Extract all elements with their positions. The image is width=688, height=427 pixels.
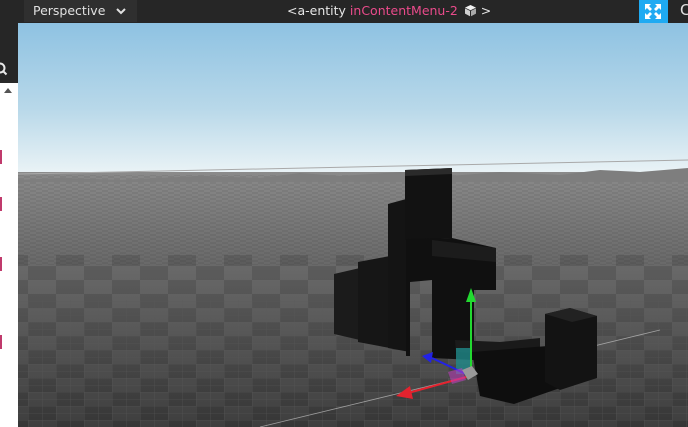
- camera-mode-dropdown[interactable]: Perspective: [24, 0, 137, 22]
- selected-entity-title: <a-entity inContentMenu-2 >: [287, 3, 491, 18]
- viewport-toolbar: Perspective <a-entity inContentMenu-2 > …: [0, 0, 688, 23]
- ground-checker-far: [18, 175, 688, 265]
- entity-tag-close: >: [480, 3, 492, 18]
- fullscreen-icon: [645, 4, 661, 19]
- 3d-viewport[interactable]: [18, 23, 688, 427]
- scene-graph-list-edge: [0, 83, 18, 427]
- cube-icon: [464, 5, 476, 17]
- camera-mode-label: Perspective: [33, 3, 106, 18]
- entity-tag-open: <a-entity: [287, 3, 346, 18]
- chevron-down-icon: [116, 8, 126, 15]
- scene-graph-row-marker: [0, 257, 2, 271]
- search-icon[interactable]: [0, 62, 8, 76]
- scene-canvas[interactable]: [18, 23, 688, 427]
- fullscreen-button[interactable]: [639, 0, 668, 23]
- scene-graph-row-marker: [0, 335, 2, 349]
- help-glyph-partial: C: [680, 1, 688, 19]
- caret-up-icon[interactable]: [4, 88, 12, 93]
- scene-graph-row-marker: [0, 197, 2, 211]
- entity-id: inContentMenu-2: [349, 3, 458, 18]
- scene-graph-row-marker: [0, 150, 2, 164]
- sky: [18, 23, 688, 178]
- help-button-partial[interactable]: C: [678, 0, 688, 23]
